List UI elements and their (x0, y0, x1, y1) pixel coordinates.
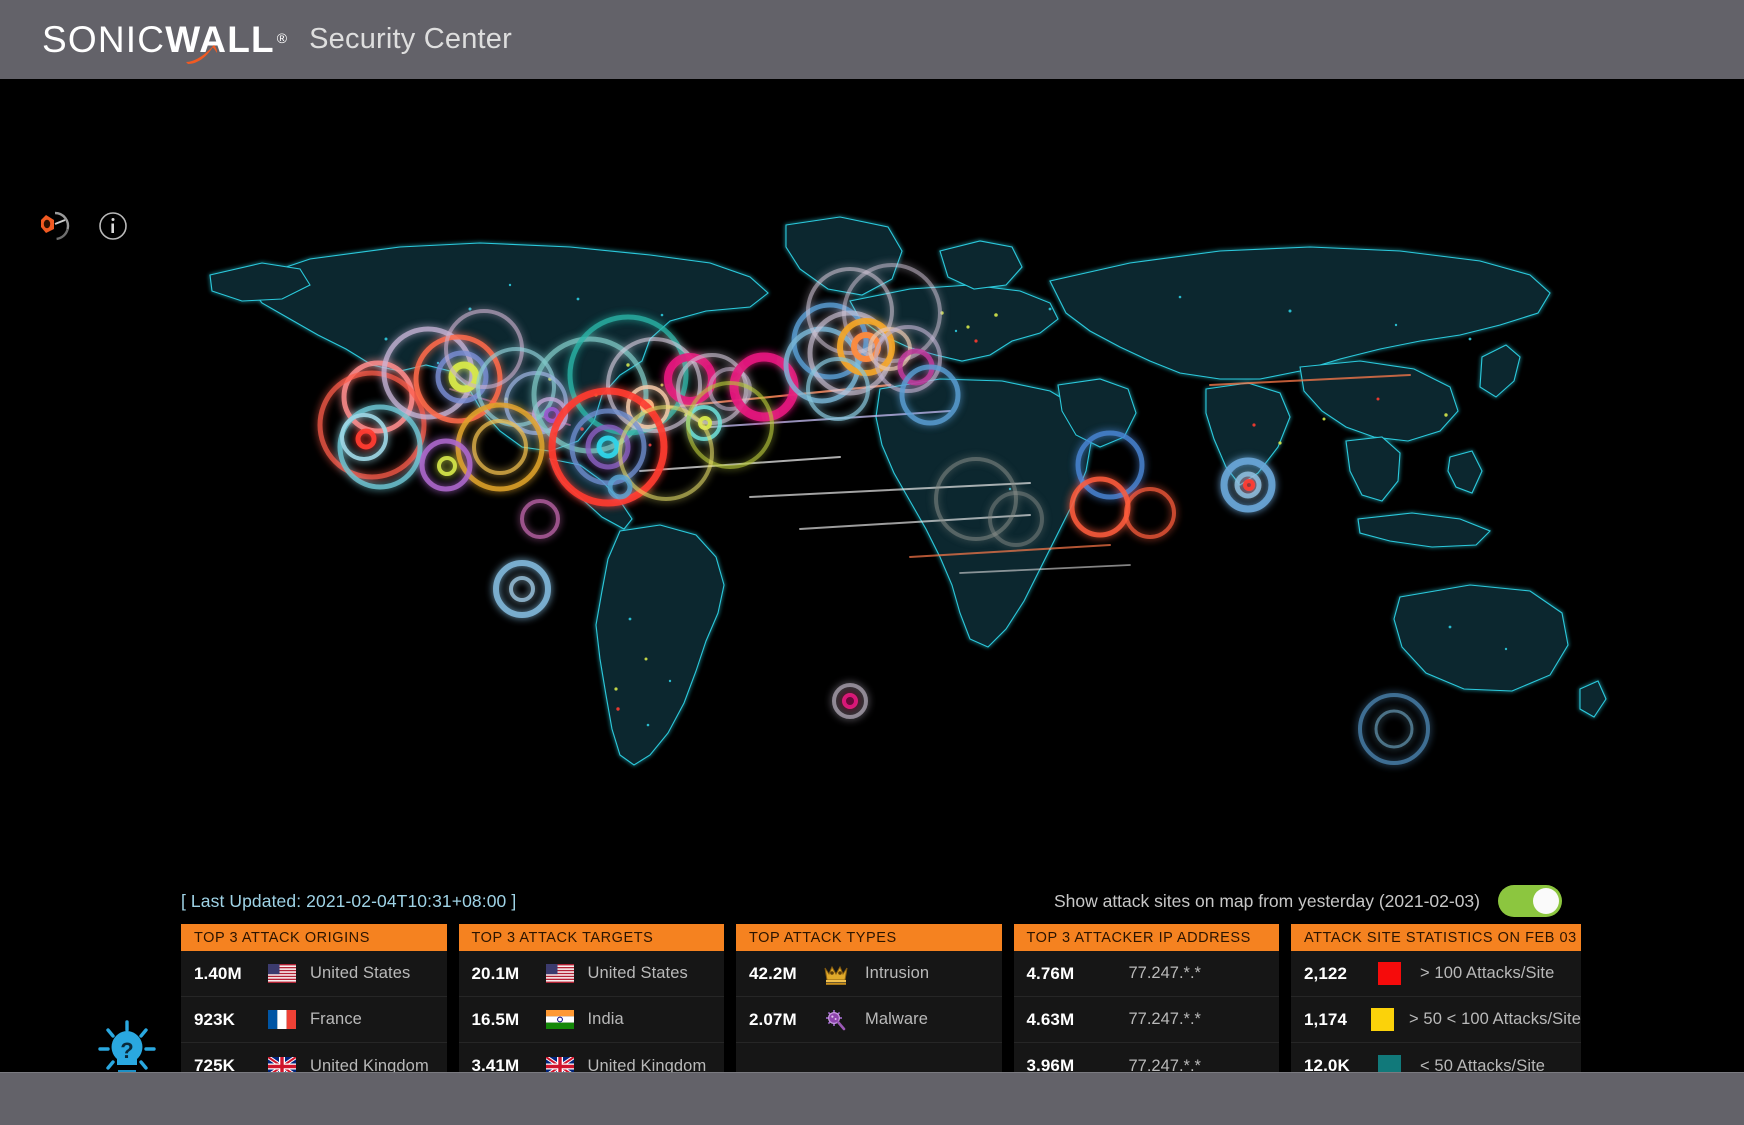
logo-text-sonic: SONIC (42, 19, 166, 60)
app-footer-bar (0, 1072, 1744, 1125)
panel-body: 4.76M 77.247.*.* 4.63M 77.247.*.* 3.96M … (1013, 951, 1280, 1072)
row-label: India (587, 1010, 624, 1028)
threat-gauge-icon[interactable] (38, 209, 72, 243)
world-map[interactable] (150, 189, 1610, 809)
stats-panels: TOP 3 ATTACK ORIGINS 1.40M United States… (181, 924, 1581, 1072)
row-value: 20.1M (471, 963, 520, 983)
row-label: 77.247.*.* (1128, 964, 1201, 982)
row-label: < 50 Attacks/Site (1420, 1056, 1546, 1073)
row-value: 42.2M (749, 963, 797, 983)
show-attack-sites-toggle[interactable] (1498, 885, 1562, 917)
row-value: 12.0K (1304, 1056, 1350, 1072)
table-row[interactable]: 4.76M 77.247.*.* (1013, 951, 1279, 997)
map-toolbar[interactable] (38, 209, 128, 243)
table-row-empty (736, 1043, 1002, 1072)
row-label: Intrusion (865, 964, 930, 982)
panel-attack-origins: TOP 3 ATTACK ORIGINS 1.40M United States… (181, 924, 447, 1072)
table-row[interactable]: 42.2M Intrusion (736, 951, 1002, 997)
row-value: 923K (194, 1009, 236, 1029)
legend-swatch-medium (1370, 1008, 1409, 1031)
panel-title: TOP 3 ATTACK TARGETS (458, 924, 724, 951)
flag-gb-icon (268, 1056, 310, 1072)
row-label: United Kingdom (310, 1056, 429, 1073)
table-row[interactable]: 923K France (181, 997, 447, 1043)
show-attack-sites-label: Show attack sites on map from yesterday … (1053, 891, 1480, 911)
row-label: United Kingdom (587, 1056, 707, 1073)
security-center-page: SONIC WALL ® Security Center ? [Last Up… (0, 0, 1744, 1125)
intrusion-icon (823, 962, 865, 986)
app-header: SONIC WALL ® Security Center (0, 0, 1744, 79)
panel-attack-site-statistics: ATTACK SITE STATISTICS ON FEB 03 2,122 >… (1291, 924, 1581, 1072)
toggle-knob (1533, 888, 1559, 914)
table-row[interactable]: 16.5M India (458, 997, 724, 1043)
table-row[interactable]: 4.63M 77.247.*.* (1013, 997, 1279, 1043)
panel-body: 2,122 > 100 Attacks/Site 1,174 > 50 < 10… (1291, 951, 1581, 1072)
flag-us-icon (268, 964, 310, 983)
row-label: United States (310, 964, 411, 982)
row-value: 1,174 (1304, 1009, 1348, 1029)
row-label: Malware (865, 1010, 929, 1028)
attack-map-region[interactable]: ? [ Last Updated: 2021-02-04T10:31+08:00… (0, 79, 1744, 1072)
app-title: Security Center (309, 23, 512, 55)
legend-swatch-low (1378, 1054, 1420, 1072)
row-value: 3.41M (471, 1056, 520, 1072)
flag-us-icon (545, 964, 588, 983)
row-label: France (310, 1010, 362, 1028)
row-label: > 100 Attacks/Site (1420, 964, 1555, 982)
info-icon[interactable] (98, 211, 128, 241)
row-label: > 50 < 100 Attacks/Site (1409, 1010, 1581, 1028)
row-value: 4.63M (1026, 1009, 1075, 1029)
table-row[interactable]: 1.40M United States (181, 951, 447, 997)
panel-body: 1.40M United States 923K France 725K Uni… (181, 951, 447, 1072)
panel-body: 42.2M Intrusion 2.07M Malware (736, 951, 1002, 1072)
row-label: 77.247.*.* (1128, 1056, 1201, 1073)
panel-title: TOP ATTACK TYPES (736, 924, 1002, 951)
row-value: 4.76M (1026, 963, 1075, 983)
logo-text-wall: WALL (165, 19, 275, 60)
row-value: 3.96M (1026, 1056, 1075, 1072)
help-lightbulb-icon[interactable]: ? (92, 1017, 162, 1072)
panel-body: 20.1M United States 16.5M India 3.41M Un… (458, 951, 725, 1072)
row-label: 77.247.*.* (1128, 1010, 1201, 1028)
panel-attack-targets: TOP 3 ATTACK TARGETS 20.1M United States… (458, 924, 725, 1072)
panel-attack-types: TOP ATTACK TYPES 42.2M Intrusion 2.07M M… (736, 924, 1002, 1072)
table-row[interactable]: 3.96M 77.247.*.* (1014, 1043, 1280, 1072)
row-label: United States (587, 964, 688, 982)
malware-icon (823, 1008, 865, 1032)
row-value: 2.07M (749, 1009, 797, 1029)
table-row[interactable]: 3.41M United Kingdom (459, 1043, 725, 1072)
flag-in-icon (545, 1010, 588, 1029)
logo-registered-mark: ® (276, 30, 288, 46)
map-landmasses (209, 216, 1607, 766)
row-value: 2,122 (1304, 963, 1348, 983)
table-row[interactable]: 725K United Kingdom (181, 1043, 447, 1072)
svg-text:?: ? (120, 1038, 133, 1063)
flag-fr-icon (268, 1010, 310, 1029)
table-row[interactable]: 1,174 > 50 < 100 Attacks/Site (1291, 997, 1581, 1043)
panel-title: ATTACK SITE STATISTICS ON FEB 03 (1291, 924, 1581, 951)
panel-title: TOP 3 ATTACK ORIGINS (181, 924, 447, 951)
table-row[interactable]: 12.0K < 50 Attacks/Site (1291, 1043, 1581, 1072)
row-value: 16.5M (471, 1009, 520, 1029)
table-row[interactable]: 2,122 > 100 Attacks/Site (1291, 951, 1581, 997)
legend-swatch-high (1378, 962, 1420, 985)
row-value: 725K (194, 1056, 236, 1072)
table-row[interactable]: 20.1M United States (458, 951, 724, 997)
panel-title: TOP 3 ATTACKER IP ADDRESS (1013, 924, 1279, 951)
sonicwall-logo[interactable]: SONIC WALL ® (42, 19, 288, 64)
last-updated-label: [ Last Updated: 2021-02-04T10:31+08:00 ] (181, 891, 517, 911)
flag-gb-icon (545, 1056, 588, 1072)
panel-attacker-ip: TOP 3 ATTACKER IP ADDRESS 4.76M 77.247.*… (1013, 924, 1280, 1072)
row-value: 1.40M (194, 963, 242, 983)
table-row[interactable]: 2.07M Malware (736, 997, 1002, 1043)
